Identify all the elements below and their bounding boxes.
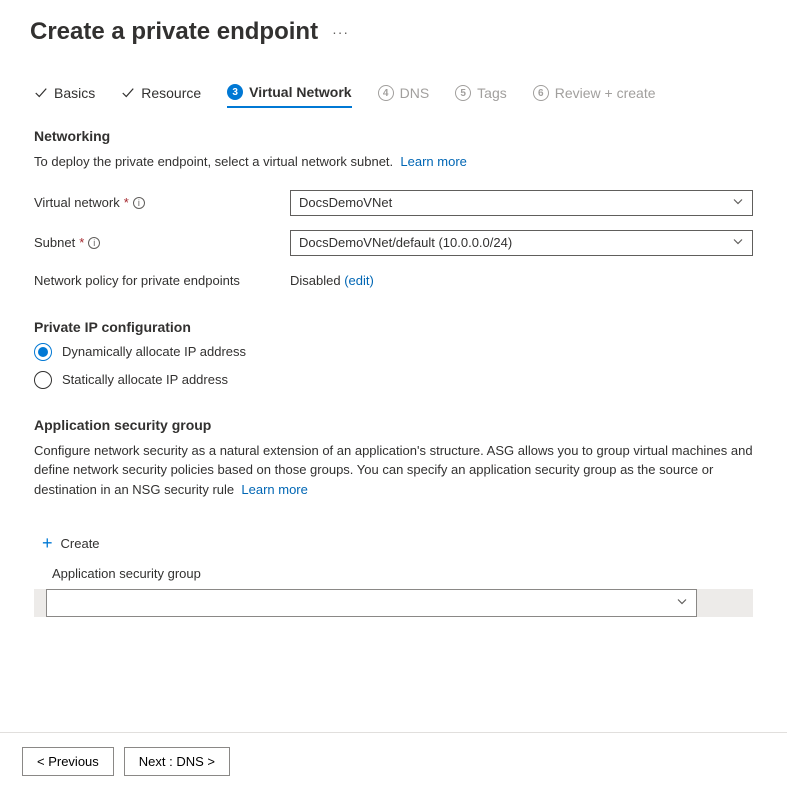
radio-label: Dynamically allocate IP address: [62, 344, 246, 359]
tabs-nav: Basics Resource 3 Virtual Network 4 DNS …: [0, 56, 787, 108]
tab-label: Basics: [54, 85, 95, 101]
dropdown-value: DocsDemoVNet: [299, 195, 392, 210]
chevron-down-icon: [732, 195, 744, 210]
chevron-down-icon: [732, 235, 744, 250]
chevron-down-icon: [676, 596, 688, 611]
page-title: Create a private endpoint: [30, 18, 318, 46]
check-icon: [121, 86, 135, 100]
asg-action-spacer: [697, 589, 741, 617]
asg-desc: Configure network security as a natural …: [34, 441, 753, 500]
subnet-label: Subnet: [34, 235, 75, 250]
tab-label: Virtual Network: [249, 84, 351, 100]
create-label: Create: [61, 536, 100, 551]
asg-column-label: Application security group: [52, 566, 753, 581]
check-icon: [34, 86, 48, 100]
step-number-icon: 4: [378, 85, 394, 101]
required-indicator: *: [124, 195, 129, 210]
desc-text: To deploy the private endpoint, select a…: [34, 154, 393, 169]
tab-tags[interactable]: 5 Tags: [455, 85, 507, 107]
policy-edit-link[interactable]: (edit): [344, 273, 374, 288]
tab-label: Review + create: [555, 85, 656, 101]
radio-dynamic-ip[interactable]: Dynamically allocate IP address: [34, 343, 753, 361]
radio-icon: [34, 371, 52, 389]
subnet-dropdown[interactable]: DocsDemoVNet/default (10.0.0.0/24): [290, 230, 753, 256]
previous-button[interactable]: < Previous: [22, 747, 114, 776]
radio-static-ip[interactable]: Statically allocate IP address: [34, 371, 753, 389]
next-button[interactable]: Next : DNS >: [124, 747, 230, 776]
step-number-icon: 3: [227, 84, 243, 100]
info-icon[interactable]: i: [133, 197, 145, 209]
step-number-icon: 6: [533, 85, 549, 101]
tab-virtual-network[interactable]: 3 Virtual Network: [227, 84, 351, 108]
footer-bar: < Previous Next : DNS >: [0, 732, 787, 790]
dropdown-value: DocsDemoVNet/default (10.0.0.0/24): [299, 235, 512, 250]
info-icon[interactable]: i: [88, 237, 100, 249]
asg-heading: Application security group: [34, 417, 753, 433]
required-indicator: *: [79, 235, 84, 250]
more-icon[interactable]: ···: [332, 24, 349, 40]
tab-dns[interactable]: 4 DNS: [378, 85, 430, 107]
learn-more-link[interactable]: Learn more: [241, 482, 307, 497]
tab-basics[interactable]: Basics: [34, 85, 95, 107]
radio-icon: [34, 343, 52, 361]
create-asg-button[interactable]: + Create: [42, 533, 100, 554]
networking-heading: Networking: [34, 128, 753, 144]
vnet-dropdown[interactable]: DocsDemoVNet: [290, 190, 753, 216]
networking-desc: To deploy the private endpoint, select a…: [34, 152, 753, 172]
policy-label: Network policy for private endpoints: [34, 273, 240, 288]
desc-text: Configure network security as a natural …: [34, 443, 753, 497]
policy-value: Disabled: [290, 273, 341, 288]
tab-label: Tags: [477, 85, 507, 101]
tab-label: DNS: [400, 85, 430, 101]
ip-config-heading: Private IP configuration: [34, 319, 753, 335]
step-number-icon: 5: [455, 85, 471, 101]
asg-select-dropdown[interactable]: [46, 589, 697, 617]
plus-icon: +: [42, 533, 53, 554]
radio-label: Statically allocate IP address: [62, 372, 228, 387]
tab-label: Resource: [141, 85, 201, 101]
tab-resource[interactable]: Resource: [121, 85, 201, 107]
tab-review-create[interactable]: 6 Review + create: [533, 85, 656, 107]
vnet-label: Virtual network: [34, 195, 120, 210]
learn-more-link[interactable]: Learn more: [400, 154, 466, 169]
